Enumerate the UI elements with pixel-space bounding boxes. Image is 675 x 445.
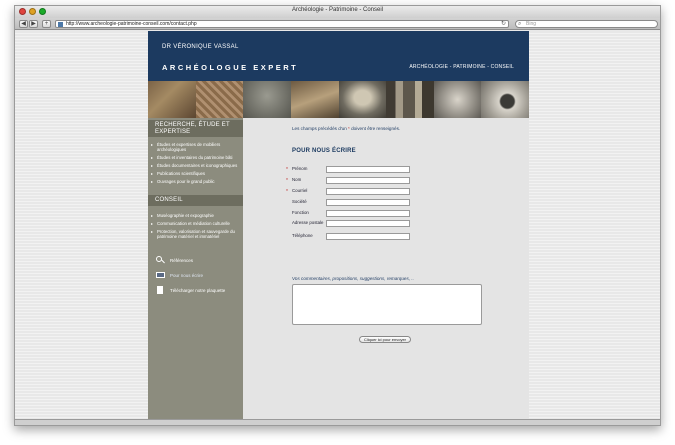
lastname-input[interactable]	[326, 177, 410, 184]
download-label: Télécharger notre plaquette	[170, 288, 226, 293]
sidebar-item[interactable]: Études documentaires et iconographiques	[148, 161, 243, 169]
author-name: DR VÉRONIQUE VASSAL	[162, 44, 239, 50]
search-icon: ⌕	[518, 21, 522, 27]
search-placeholder: Bing	[526, 21, 537, 27]
download-brochure-link[interactable]: Télécharger notre plaquette	[148, 285, 243, 297]
sidebar-research-list: Études et expertises de mobiliers archéo…	[148, 137, 243, 189]
back-button[interactable]: ◀	[19, 20, 28, 28]
required-star: *	[348, 126, 350, 131]
address-bar[interactable]: http://www.archeologie-patrimoine-consei…	[55, 20, 509, 28]
field-label: Téléphone	[292, 233, 313, 239]
sidebar-section-conseil-title: CONSEIL	[148, 195, 243, 206]
phone-input[interactable]	[326, 233, 410, 240]
window-title: Archéologie - Patrimoine - Conseil	[291, 7, 384, 13]
sidebar-section-research-title: RECHERCHE, ÉTUDE ET EXPERTISE	[148, 120, 243, 137]
banner-photo-statue	[338, 81, 387, 118]
favicon-icon	[58, 22, 63, 27]
back-arrow-icon: ◀	[21, 21, 26, 27]
references-label: Références	[170, 258, 194, 263]
page-viewport: DR VÉRONIQUE VASSAL ARCHÉOLOGUE EXPERT A…	[15, 31, 660, 425]
photo-banner	[148, 81, 529, 118]
document-icon	[156, 286, 166, 295]
note-text-end: doivent être renseignés.	[351, 126, 401, 131]
forward-button[interactable]: ▶	[29, 20, 38, 28]
banner-photo-columns	[386, 81, 434, 118]
plus-icon: +	[44, 21, 49, 27]
submit-button[interactable]: Cliquer ici pour envoyer	[359, 336, 411, 343]
site-title[interactable]: ARCHÉOLOGUE EXPERT	[162, 63, 298, 72]
contact-link[interactable]: Pour nous écrire	[148, 270, 243, 282]
sidebar-item[interactable]: Études et expertises de mobiliers archéo…	[148, 140, 243, 153]
magnifier-icon	[156, 256, 166, 265]
address-input[interactable]	[326, 220, 410, 227]
site-header: DR VÉRONIQUE VASSAL ARCHÉOLOGUE EXPERT A…	[148, 31, 529, 81]
sidebar-item[interactable]: Ouvrages pour le grand public	[148, 177, 243, 185]
sidebar-item[interactable]: Muséographie et expographie	[148, 212, 243, 220]
browser-toolbar: ◀ ▶ + http://www.archeologie-patrimoine-…	[15, 18, 660, 30]
field-row-address: Adresse postale	[286, 220, 410, 227]
search-field[interactable]: ⌕ Bing	[515, 20, 658, 28]
header-tagline: ARCHÉOLOGIE - PATRIMOINE - CONSEIL	[409, 64, 514, 70]
add-bookmark-button[interactable]: +	[42, 20, 51, 28]
field-row-company: Société	[286, 199, 410, 206]
note-text: Les champs précédés d'un	[292, 126, 347, 131]
contact-label: Pour nous écrire	[170, 273, 204, 278]
field-row-phone: Téléphone	[286, 233, 410, 240]
field-row-firstname: * Prénom	[286, 166, 410, 173]
sidebar-conseil-list: Muséographie et expographie Communicatio…	[148, 206, 243, 245]
sidebar-item[interactable]: Communication et médiation culturelle	[148, 220, 243, 228]
banner-photo-pattern	[195, 81, 244, 118]
sidebar-item[interactable]: Protection, valorisation et sauvegarde d…	[148, 228, 243, 241]
field-label: Fonction	[292, 210, 309, 216]
reload-icon[interactable]: ↻	[501, 21, 506, 28]
banner-photo-ruins	[290, 81, 339, 118]
form-title: POUR NOUS ÉCRIRE	[292, 148, 356, 154]
email-input[interactable]	[326, 188, 410, 195]
sidebar-item[interactable]: Publications scientifiques	[148, 169, 243, 177]
banner-photo-object	[481, 81, 529, 118]
envelope-icon	[156, 271, 166, 280]
comments-label: Vos commentaires, propositions, suggesti…	[292, 276, 414, 281]
banner-photo-sculpture	[433, 81, 482, 118]
field-label: Prénom	[292, 166, 308, 172]
firstname-input[interactable]	[326, 166, 410, 173]
site-container: DR VÉRONIQUE VASSAL ARCHÉOLOGUE EXPERT A…	[148, 31, 529, 425]
references-link[interactable]: Références	[148, 255, 243, 267]
url-text: http://www.archeologie-patrimoine-consei…	[66, 21, 197, 27]
field-label: Adresse postale	[292, 220, 324, 226]
banner-photo-mosaic	[148, 81, 196, 118]
field-row-function: Fonction	[286, 210, 410, 217]
sidebar-item[interactable]: Études et inventaires du patrimoine bâti	[148, 153, 243, 161]
main-content: Les champs précédés d'un * doivent être …	[243, 118, 529, 425]
company-input[interactable]	[326, 199, 410, 206]
function-input[interactable]	[326, 210, 410, 217]
comments-textarea[interactable]	[292, 284, 482, 325]
title-bar: Archéologie - Patrimoine - Conseil	[15, 6, 660, 18]
banner-photo-stone	[243, 81, 291, 118]
field-label: Courriel	[292, 188, 308, 194]
field-row-lastname: * Nom	[286, 177, 410, 184]
field-row-email: * Courriel	[286, 188, 410, 195]
status-bar	[15, 419, 660, 425]
field-label: Société	[292, 199, 307, 205]
browser-window: Archéologie - Patrimoine - Conseil ◀ ▶ +…	[14, 5, 661, 426]
field-label: Nom	[292, 177, 302, 183]
required-fields-note: Les champs précédés d'un * doivent être …	[292, 126, 400, 131]
forward-arrow-icon: ▶	[31, 21, 36, 27]
sidebar: RECHERCHE, ÉTUDE ET EXPERTISE Études et …	[148, 118, 243, 425]
